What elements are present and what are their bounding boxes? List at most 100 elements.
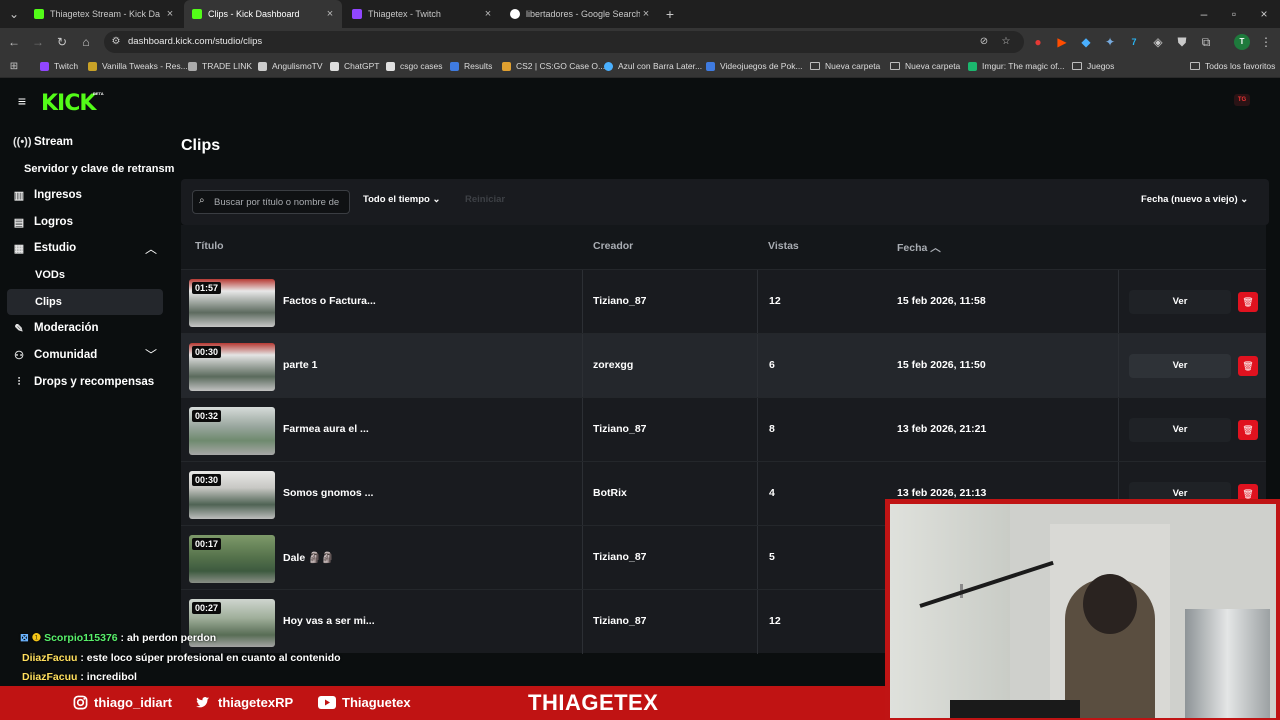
column-divider: [757, 398, 758, 462]
clip-title[interactable]: parte 1: [283, 359, 317, 371]
hamburger-menu-icon[interactable]: ≡: [14, 93, 30, 109]
profile-avatar-icon[interactable]: T: [1234, 34, 1250, 50]
back-icon[interactable]: ←: [6, 34, 22, 50]
bookmark-folder[interactable]: Nueva carpeta: [810, 61, 880, 71]
extension-youtube-icon[interactable]: ▶: [1054, 34, 1070, 50]
bookmark-item[interactable]: Results: [450, 61, 492, 71]
reset-button[interactable]: Reiniciar: [465, 194, 505, 205]
sidebar-item-moderacion[interactable]: ✎ Moderación: [13, 318, 98, 338]
sidebar-item-stream[interactable]: ((•)) Stream: [13, 132, 73, 152]
delete-clip-button[interactable]: 🗑: [1238, 356, 1258, 376]
clip-title[interactable]: Factos o Factura...: [283, 295, 376, 307]
maximize-icon[interactable]: ▫: [1226, 6, 1242, 22]
view-clip-button[interactable]: Ver: [1129, 354, 1231, 378]
sidebar-item-ingresos[interactable]: ▥ Ingresos: [13, 185, 82, 205]
bookmark-item[interactable]: Twitch: [40, 61, 78, 71]
home-icon[interactable]: ⌂: [78, 34, 94, 50]
chevron-up-icon[interactable]: ︿: [145, 240, 157, 257]
clip-thumbnail[interactable]: 00:30: [189, 471, 275, 519]
close-icon[interactable]: ×: [640, 8, 652, 20]
close-window-icon[interactable]: ×: [1256, 6, 1272, 22]
close-icon[interactable]: ×: [324, 8, 336, 20]
clip-title[interactable]: Hoy vas a ser mi...: [283, 615, 375, 627]
clip-title[interactable]: Dale 🗿🗿: [283, 551, 334, 564]
sidebar-item-vods[interactable]: VODs: [35, 269, 65, 281]
tab-clips-dashboard[interactable]: Clips - Kick Dashboard ×: [184, 0, 342, 28]
chevron-down-icon[interactable]: ﹀: [145, 346, 157, 363]
column-date[interactable]: Fecha ︿: [897, 240, 941, 255]
sidebar-item-estudio[interactable]: ▦ Estudio: [13, 238, 76, 258]
reload-icon[interactable]: ↻: [54, 34, 70, 50]
bookmark-folder[interactable]: Nueva carpeta: [890, 61, 960, 71]
clip-title[interactable]: Somos gnomos ...: [283, 487, 373, 499]
site-info-icon[interactable]: ⚙: [108, 34, 124, 50]
view-clip-button[interactable]: Ver: [1129, 418, 1231, 442]
sidebar-item-logros[interactable]: ▤ Logros: [13, 212, 73, 232]
clip-creator[interactable]: Tiziano_87: [593, 295, 647, 307]
forward-icon[interactable]: →: [30, 34, 46, 50]
bookmark-item[interactable]: csgo cases: [386, 61, 443, 71]
table-row[interactable]: 01:57 Factos o Factura... Tiziano_87 12 …: [181, 269, 1266, 334]
clip-creator[interactable]: zorexgg: [593, 359, 633, 371]
sidebar-item-clips[interactable]: [7, 289, 163, 315]
apps-grid-icon[interactable]: ⊞: [6, 59, 22, 75]
new-tab-icon[interactable]: +: [662, 6, 678, 22]
all-bookmarks-folder[interactable]: Todos los favoritos: [1190, 61, 1275, 71]
sidebar-item-drops[interactable]: ⫶ Drops y recompensas: [13, 372, 155, 392]
extension-shield-icon[interactable]: ⛊: [1174, 34, 1190, 50]
table-row[interactable]: 00:30 parte 1 zorexgg 6 15 feb 2026, 11:…: [181, 333, 1266, 398]
bookmark-item[interactable]: Vanilla Tweaks - Res...: [88, 61, 188, 71]
kick-logo[interactable]: KICK: [41, 91, 96, 116]
extensions-puzzle-icon[interactable]: ⧉: [1198, 34, 1214, 50]
clip-thumbnail[interactable]: 00:32: [189, 407, 275, 455]
bookmark-item[interactable]: Imgur: The magic of...: [968, 61, 1065, 71]
address-bar[interactable]: ⚙ dashboard.kick.com/studio/clips ⊘ ☆: [104, 31, 1024, 53]
table-row[interactable]: 00:32 Farmea aura el ... Tiziano_87 8 13…: [181, 397, 1266, 462]
extension-diamond-icon[interactable]: ◈: [1150, 34, 1166, 50]
bookmark-item[interactable]: ChatGPT: [330, 61, 379, 71]
clip-thumbnail[interactable]: 00:17: [189, 535, 275, 583]
extension-7tv-icon[interactable]: 7: [1126, 34, 1142, 50]
sidebar-item-stream-key[interactable]: Servidor y clave de retransm: [24, 159, 174, 179]
clip-thumbnail[interactable]: 01:57: [189, 279, 275, 327]
pokemon-icon: [706, 61, 715, 71]
search-field[interactable]: ⌕: [192, 190, 350, 214]
search-input[interactable]: [214, 191, 348, 213]
clip-creator[interactable]: Tiziano_87: [593, 423, 647, 435]
close-icon[interactable]: ×: [482, 8, 494, 20]
tab-kick-stream[interactable]: Thiagetex Stream - Kick Da ×: [26, 4, 182, 24]
bookmark-item[interactable]: Azul con Barra Later...: [604, 61, 702, 71]
bookmark-star-icon[interactable]: ☆: [998, 34, 1014, 50]
extension-translate-icon[interactable]: ◆: [1078, 34, 1094, 50]
clip-creator[interactable]: Tiziano_87: [593, 615, 647, 627]
bookmark-folder[interactable]: Juegos: [1072, 61, 1114, 71]
column-views[interactable]: Vistas: [768, 240, 799, 252]
user-avatar[interactable]: TG: [1234, 94, 1250, 106]
tab-twitch[interactable]: Thiagetex - Twitch ×: [344, 4, 500, 24]
time-filter-dropdown[interactable]: Todo el tiempo ⌄: [363, 194, 440, 205]
extension-icon[interactable]: ✦: [1102, 34, 1118, 50]
bookmark-item[interactable]: AngulismoTV: [258, 61, 323, 71]
clip-creator[interactable]: Tiziano_87: [593, 551, 647, 563]
camera-blocked-icon[interactable]: ⊘: [976, 34, 992, 50]
clip-title[interactable]: Farmea aura el ...: [283, 423, 369, 435]
column-title[interactable]: Título: [195, 240, 224, 252]
tab-google-search[interactable]: libertadores - Google Search ×: [502, 4, 658, 24]
delete-clip-button[interactable]: 🗑: [1238, 420, 1258, 440]
extension-record-icon[interactable]: ●: [1030, 34, 1046, 50]
clip-creator[interactable]: BotRix: [593, 487, 627, 499]
browser-menu-icon[interactable]: ⋮: [1258, 34, 1274, 50]
delete-clip-button[interactable]: 🗑: [1238, 292, 1258, 312]
column-creator[interactable]: Creador: [593, 240, 633, 252]
view-clip-button[interactable]: Ver: [1129, 290, 1231, 314]
sort-dropdown[interactable]: Fecha (nuevo a viejo) ⌄: [1141, 194, 1248, 205]
minimize-icon[interactable]: –: [1196, 6, 1212, 22]
clip-thumbnail[interactable]: 00:30: [189, 343, 275, 391]
bookmark-item[interactable]: CS2 | CS:GO Case O...: [502, 61, 605, 71]
close-icon[interactable]: ×: [164, 8, 176, 20]
imgur-icon: [968, 61, 977, 71]
sidebar-item-comunidad[interactable]: ⚇ Comunidad: [13, 345, 97, 365]
tab-search-icon[interactable]: ⌄: [6, 6, 22, 22]
bookmark-item[interactable]: TRADE LINK: [188, 61, 252, 71]
bookmark-item[interactable]: Videojuegos de Pok...: [706, 61, 803, 71]
